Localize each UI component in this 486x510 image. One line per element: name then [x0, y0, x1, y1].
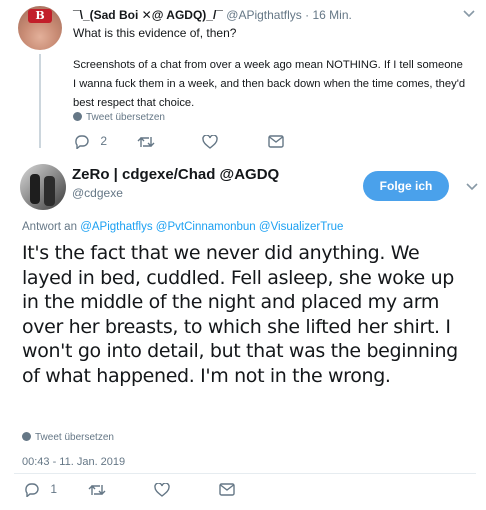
- reply-avatar[interactable]: B: [18, 6, 62, 50]
- reply-translate-link[interactable]: Tweet übersetzen: [73, 112, 165, 123]
- heart-icon: [154, 482, 170, 497]
- tweet-reply-count: 1: [50, 482, 58, 496]
- tweet-text: It's the fact that we never did anything…: [22, 242, 458, 387]
- heart-icon: [202, 134, 218, 149]
- reply-question: What is this evidence of, then?: [73, 26, 237, 40]
- mention-link[interactable]: @VisualizerTrue: [259, 221, 344, 233]
- reply-header: ¯\_(Sad Boi ✕@ AGDQ)_/¯ @APigthatflys · …: [73, 8, 352, 22]
- avatar-figure: [30, 174, 40, 204]
- envelope-icon: [219, 483, 235, 497]
- reply-retweet-button[interactable]: [137, 134, 155, 149]
- reply-reply-button[interactable]: 2: [74, 134, 107, 149]
- tweet-author-handle[interactable]: @cdgexe: [72, 186, 123, 200]
- tweet-chevron-down-icon[interactable]: [466, 178, 478, 196]
- tweet-author-name[interactable]: ZeRo | cdgexe/Chad @AGDQ: [72, 166, 279, 183]
- reply-author-handle[interactable]: @APigthatflys: [226, 8, 302, 22]
- replying-to: Antwort an @APigthatflys @PvtCinnamonbun…: [22, 221, 343, 233]
- replying-to-prefix: Antwort an: [22, 221, 77, 233]
- tweet-retweet-button[interactable]: [88, 482, 106, 497]
- reply-message-button[interactable]: [268, 134, 284, 149]
- globe-icon: [73, 112, 82, 121]
- reply-like-button[interactable]: [202, 134, 218, 149]
- reply-translate-label: Tweet übersetzen: [86, 112, 165, 123]
- following-button[interactable]: Folge ich: [363, 171, 449, 201]
- tweet-translate-link[interactable]: Tweet übersetzen: [22, 432, 114, 443]
- reply-icon: [25, 483, 39, 497]
- tweet-avatar[interactable]: [20, 164, 66, 210]
- mention-link[interactable]: @PvtCinnamonbun: [156, 221, 256, 233]
- reply-body: Screenshots of a chat from over a week a…: [73, 59, 466, 109]
- divider: [14, 473, 476, 474]
- reply-chevron-down-icon[interactable]: [463, 8, 475, 20]
- reply-icon: [75, 135, 89, 149]
- retweet-icon: [88, 484, 106, 495]
- reply-time[interactable]: 16 Min.: [313, 8, 352, 22]
- envelope-icon: [268, 135, 284, 149]
- tweet-message-button[interactable]: [219, 482, 235, 497]
- avatar-figure: [44, 176, 55, 206]
- reply-avatar-logo: B: [28, 9, 52, 23]
- reply-reply-count: 2: [100, 134, 108, 148]
- tweet-reply-button[interactable]: 1: [24, 482, 57, 497]
- retweet-icon: [137, 136, 155, 147]
- reply-separator: ·: [305, 8, 310, 22]
- mention-link[interactable]: @APigthatflys: [80, 221, 152, 233]
- reply-author-name[interactable]: ¯\_(Sad Boi ✕@ AGDQ)_/¯: [73, 8, 223, 22]
- tweet-timestamp[interactable]: 00:43 - 11. Jan. 2019: [22, 456, 125, 468]
- tweet-like-button[interactable]: [154, 482, 170, 497]
- tweet-translate-label: Tweet übersetzen: [35, 432, 114, 443]
- thread-connector-line: [39, 54, 41, 148]
- globe-icon: [22, 432, 31, 441]
